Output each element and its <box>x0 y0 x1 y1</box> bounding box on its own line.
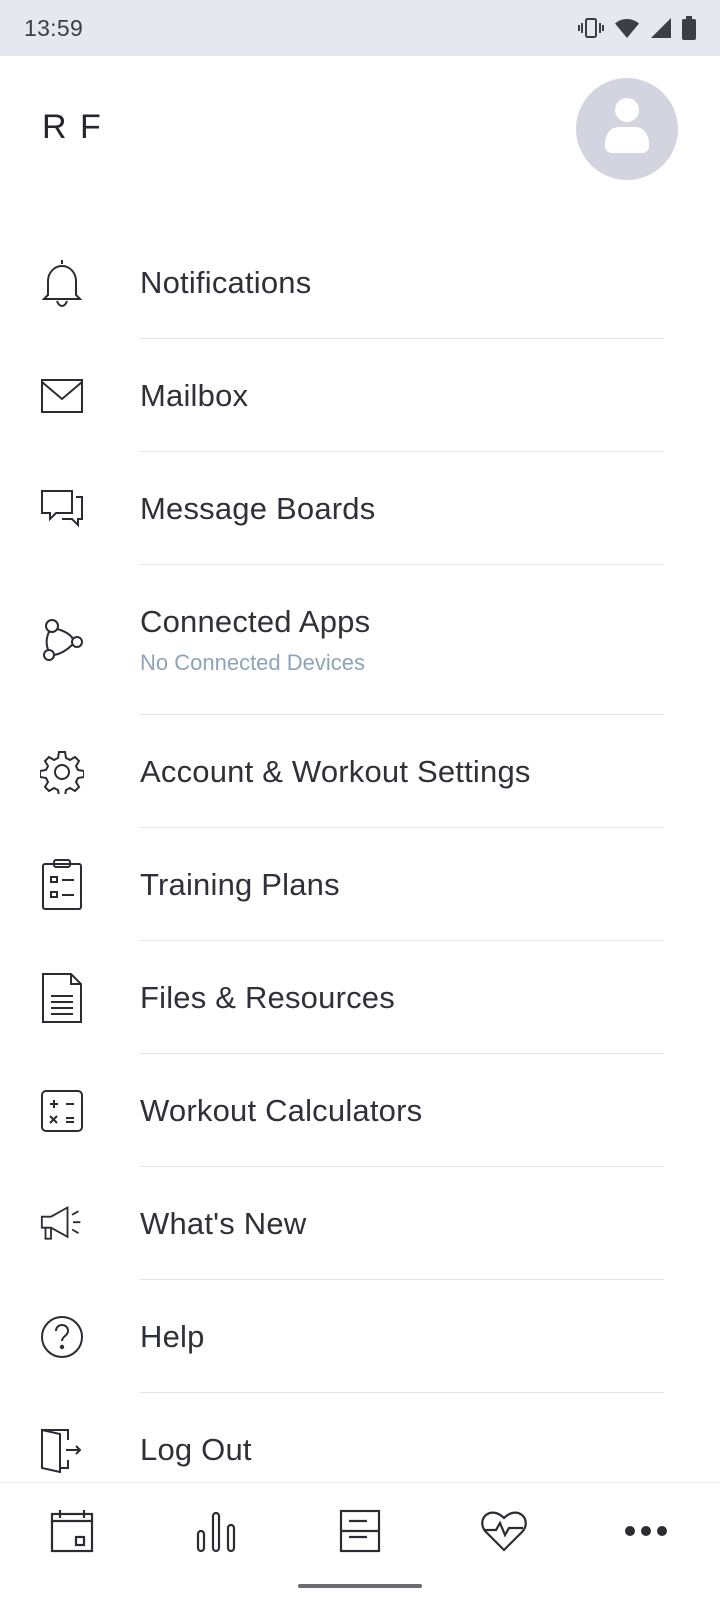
bottom-nav <box>0 1482 720 1600</box>
menu-item-help[interactable]: Help <box>0 1280 720 1393</box>
nav-more[interactable] <box>616 1505 676 1561</box>
bar-chart-icon <box>196 1509 236 1558</box>
menu-item-label: Log Out <box>140 1431 252 1467</box>
menu-item-label: Notifications <box>140 264 312 300</box>
list-card-icon <box>339 1509 381 1558</box>
menu-item-label: Connected Apps <box>140 604 371 639</box>
heart-pulse-icon <box>481 1510 527 1557</box>
menu-item-mailbox[interactable]: Mailbox <box>0 339 720 452</box>
status-icons <box>578 16 696 40</box>
signal-icon <box>650 17 672 39</box>
vibrate-icon <box>578 17 604 39</box>
megaphone-icon <box>40 1198 84 1250</box>
menu-item-training-plans[interactable]: Training Plans <box>0 828 720 941</box>
menu-item-label: Message Boards <box>140 490 376 526</box>
envelope-icon <box>40 370 84 422</box>
menu-item-account-settings[interactable]: Account & Workout Settings <box>0 715 720 828</box>
menu-item-label: Mailbox <box>140 377 249 413</box>
status-time: 13:59 <box>24 14 84 41</box>
menu-item-files-resources[interactable]: Files & Resources <box>0 941 720 1054</box>
nav-feed[interactable] <box>330 1505 390 1561</box>
status-bar: 13:59 <box>0 0 720 56</box>
battery-icon <box>682 16 696 40</box>
menu-item-label: What's New <box>140 1205 307 1241</box>
gear-icon <box>40 746 84 798</box>
clipboard-list-icon <box>40 858 84 911</box>
help-circle-icon <box>40 1311 84 1363</box>
menu-item-notifications[interactable]: Notifications <box>0 226 720 339</box>
nav-calendar[interactable] <box>42 1505 102 1561</box>
logout-door-icon <box>40 1424 84 1476</box>
home-indicator[interactable] <box>298 1584 422 1588</box>
menu-item-label: Help <box>140 1318 205 1354</box>
nav-health[interactable] <box>474 1505 534 1561</box>
calculator-icon <box>40 1085 84 1137</box>
menu-item-workout-calculators[interactable]: Workout Calculators <box>0 1054 720 1167</box>
calendar-icon <box>50 1509 94 1558</box>
menu-item-label: Files & Resources <box>140 979 395 1015</box>
menu-item-connected-apps[interactable]: Connected Apps No Connected Devices <box>0 565 720 715</box>
menu-item-label: Training Plans <box>140 866 340 902</box>
bell-icon <box>40 257 84 309</box>
profile-header: R F <box>0 56 720 206</box>
chat-bubbles-icon <box>40 483 84 535</box>
menu-item-label: Workout Calculators <box>140 1092 423 1128</box>
connected-nodes-icon <box>40 614 84 666</box>
user-avatar-icon <box>599 96 655 163</box>
menu-item-sublabel: No Connected Devices <box>140 650 366 675</box>
avatar[interactable] <box>576 78 678 180</box>
profile-name: R F <box>42 108 103 146</box>
menu-list: Notifications Mailbox Message Boards Con… <box>0 226 720 1506</box>
more-dots-icon <box>624 1524 668 1542</box>
wifi-icon <box>614 17 640 39</box>
menu-item-whats-new[interactable]: What's New <box>0 1167 720 1280</box>
menu-item-message-boards[interactable]: Message Boards <box>0 452 720 565</box>
document-icon <box>40 972 84 1024</box>
nav-stats[interactable] <box>186 1505 246 1561</box>
menu-item-label: Account & Workout Settings <box>140 753 531 789</box>
